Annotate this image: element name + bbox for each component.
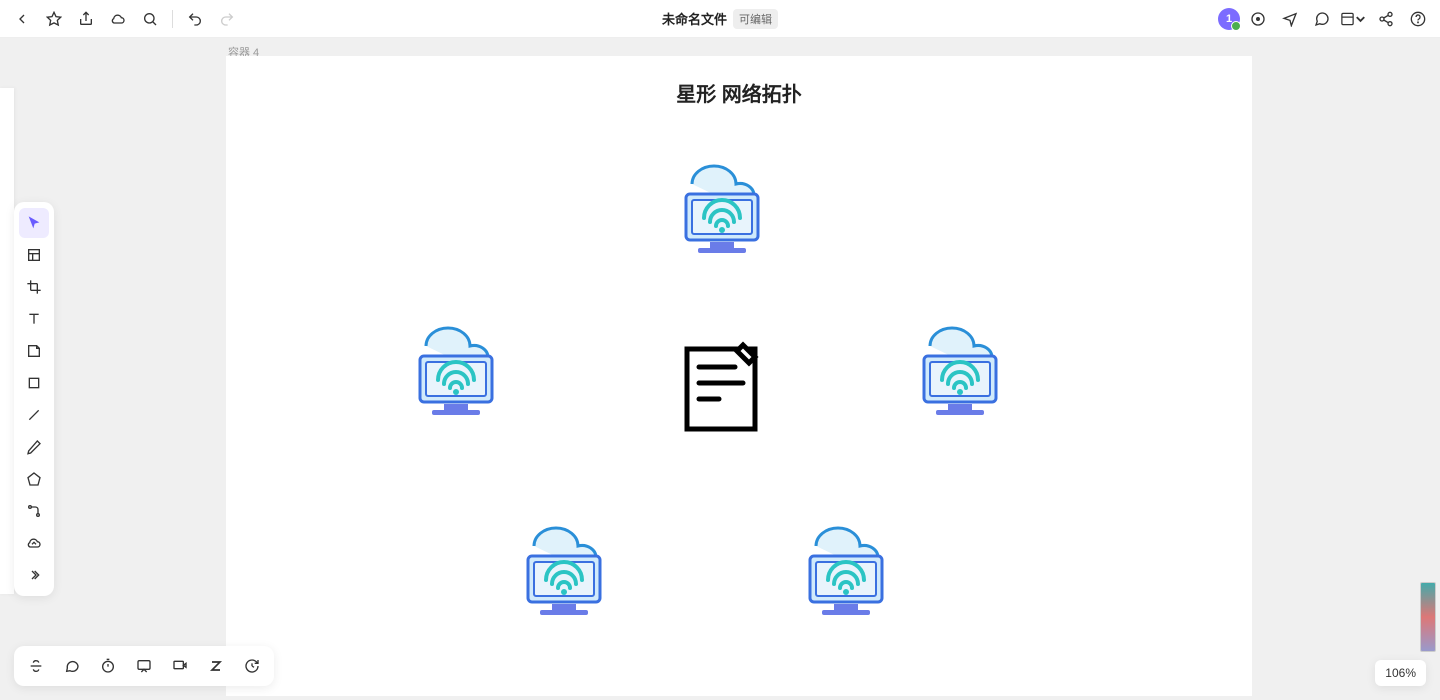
computer-node-top[interactable] bbox=[662, 154, 782, 264]
topbar: 未命名文件 可编辑 1 bbox=[0, 0, 1440, 38]
bottom-toolbar bbox=[14, 646, 274, 686]
divider bbox=[172, 10, 173, 28]
mini-thumbnail[interactable] bbox=[1420, 582, 1436, 652]
topbar-right: 1 bbox=[1218, 5, 1432, 33]
frame-tool[interactable] bbox=[19, 240, 49, 270]
more-tools[interactable] bbox=[19, 560, 49, 590]
topbar-left bbox=[8, 5, 241, 33]
computer-node-bottom-left[interactable] bbox=[504, 516, 624, 626]
present-tool[interactable] bbox=[166, 652, 194, 680]
cloud-button[interactable] bbox=[104, 5, 132, 33]
user-avatar[interactable]: 1 bbox=[1218, 8, 1240, 30]
broadcast-button[interactable] bbox=[1276, 5, 1304, 33]
editable-badge: 可编辑 bbox=[733, 9, 778, 29]
topbar-center: 未命名文件 可编辑 bbox=[662, 9, 778, 29]
connector-tool[interactable] bbox=[19, 496, 49, 526]
connection-lines bbox=[226, 56, 526, 206]
computer-node-left[interactable] bbox=[396, 316, 516, 426]
canvas-area[interactable]: 容器 4 星形 网络拓扑 bbox=[0, 38, 1440, 700]
pen-tool[interactable] bbox=[19, 432, 49, 462]
select-tool[interactable] bbox=[19, 208, 49, 238]
search-button[interactable] bbox=[136, 5, 164, 33]
comment-button[interactable] bbox=[1308, 5, 1336, 33]
share-button[interactable] bbox=[1372, 5, 1400, 33]
back-button[interactable] bbox=[8, 5, 36, 33]
redo-button[interactable] bbox=[213, 5, 241, 33]
record-button[interactable] bbox=[1244, 5, 1272, 33]
zoom-indicator[interactable]: 106% bbox=[1375, 660, 1426, 686]
export-button[interactable] bbox=[72, 5, 100, 33]
timer-tool[interactable] bbox=[94, 652, 122, 680]
layout-button[interactable] bbox=[1340, 5, 1368, 33]
page-edge bbox=[0, 88, 14, 594]
favorite-button[interactable] bbox=[40, 5, 68, 33]
undo-button[interactable] bbox=[181, 5, 209, 33]
computer-node-right[interactable] bbox=[900, 316, 1020, 426]
comment-tool[interactable] bbox=[130, 652, 158, 680]
chat-tool[interactable] bbox=[58, 652, 86, 680]
left-toolbar bbox=[14, 202, 54, 596]
text-tool[interactable] bbox=[19, 304, 49, 334]
center-hub-node[interactable] bbox=[681, 339, 761, 435]
z-tool[interactable] bbox=[202, 652, 230, 680]
refresh-tool[interactable] bbox=[238, 652, 266, 680]
diagram bbox=[226, 56, 1252, 696]
computer-node-bottom-right[interactable] bbox=[786, 516, 906, 626]
insert-tool[interactable] bbox=[19, 528, 49, 558]
shape-tool[interactable] bbox=[19, 368, 49, 398]
crop-tool[interactable] bbox=[19, 272, 49, 302]
line-tool[interactable] bbox=[19, 400, 49, 430]
polygon-tool[interactable] bbox=[19, 464, 49, 494]
doc-title[interactable]: 未命名文件 bbox=[662, 9, 727, 28]
note-tool[interactable] bbox=[19, 336, 49, 366]
canvas-frame[interactable]: 星形 网络拓扑 bbox=[226, 56, 1252, 696]
help-button[interactable] bbox=[1404, 5, 1432, 33]
strikethrough-tool[interactable] bbox=[22, 652, 50, 680]
